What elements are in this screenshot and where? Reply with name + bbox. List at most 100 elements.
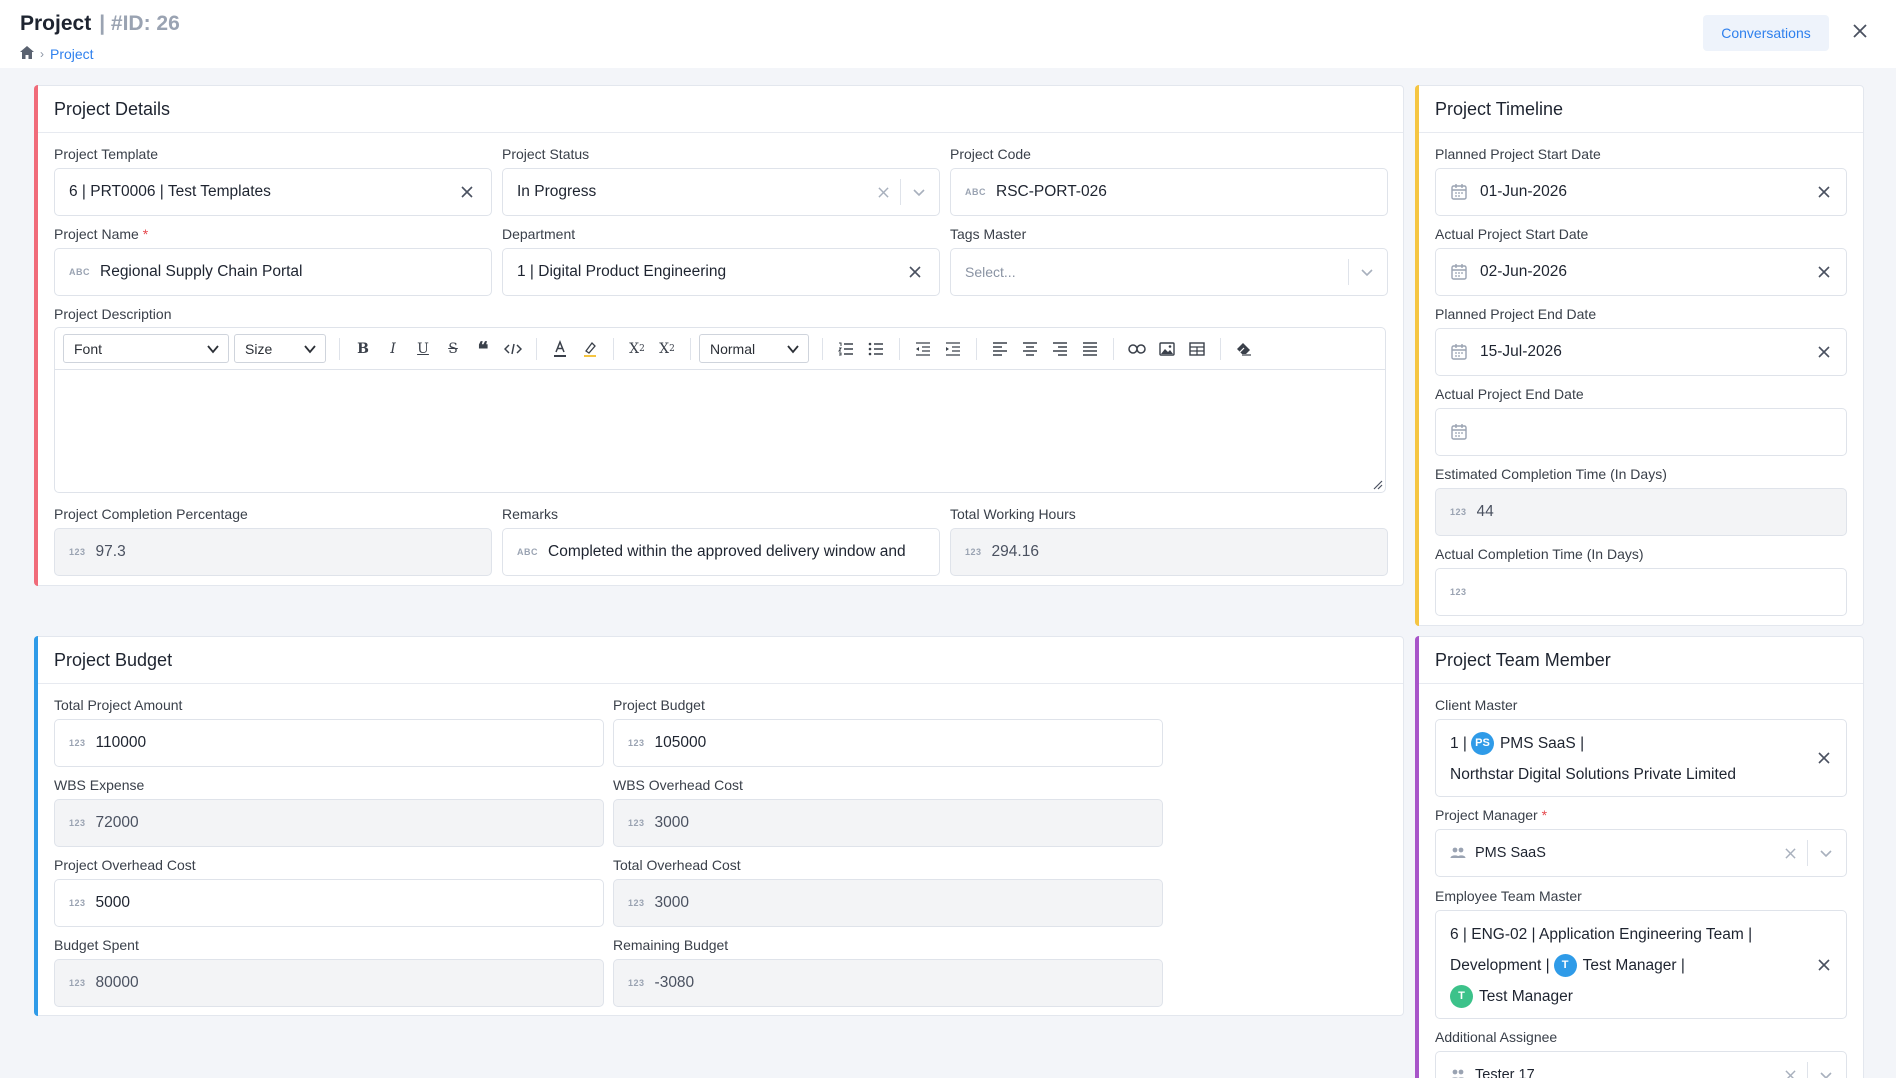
planned-start-datepicker[interactable]: 01-Jun-2026	[1435, 168, 1847, 216]
actual-completion-field: Actual Completion Time (In Days) 123	[1435, 544, 1847, 616]
remarks-input[interactable]: ABC Completed within the approved delive…	[502, 528, 940, 576]
outdent-icon[interactable]	[908, 335, 938, 363]
employee-team-select[interactable]: 6 | ENG-02 | Application Engineering Tea…	[1435, 910, 1847, 1019]
italic-icon[interactable]: I	[378, 335, 408, 363]
field-label: Total Project Amount	[54, 697, 183, 713]
actual-end-datepicker[interactable]	[1435, 408, 1847, 456]
card-title: Project Timeline	[1416, 86, 1863, 133]
field-value: 80000	[95, 974, 139, 991]
chevron-down-icon[interactable]	[1818, 845, 1834, 861]
team-dept: Development |	[1450, 957, 1550, 974]
project-name-input[interactable]: ABC Regional Supply Chain Portal	[54, 248, 492, 296]
team-line-3: T Test Manager	[1450, 981, 1832, 1012]
breadcrumb-project[interactable]: Project	[50, 46, 94, 62]
actual-completion-input[interactable]: 123	[1435, 568, 1847, 616]
field-label: Project Status	[502, 146, 590, 162]
heading-select[interactable]: Normal	[699, 334, 809, 363]
editor-content-area[interactable]	[55, 370, 1385, 492]
text-type-icon: ABC	[965, 187, 986, 197]
field-label: Estimated Completion Time (In Days)	[1435, 466, 1667, 482]
table-icon[interactable]	[1182, 335, 1212, 363]
tags-master-field: Tags Master Select...	[950, 224, 1388, 296]
card-accent-bar	[34, 85, 38, 586]
indent-icon[interactable]	[938, 335, 968, 363]
field-label: Client Master	[1435, 697, 1518, 713]
code-icon[interactable]	[498, 335, 528, 363]
total-project-amount-input[interactable]: 123 110000	[54, 719, 604, 767]
project-code-input[interactable]: ABC RSC-PORT-026	[950, 168, 1388, 216]
text-color-icon[interactable]	[545, 335, 575, 363]
resize-handle-icon[interactable]	[1373, 480, 1383, 490]
size-select-value: Size	[245, 340, 273, 357]
users-icon	[1451, 1069, 1465, 1078]
font-select[interactable]: Font	[63, 334, 229, 363]
toolbar-divider	[822, 337, 823, 360]
project-overhead-input[interactable]: 123 5000	[54, 879, 604, 927]
calendar-icon[interactable]	[1450, 343, 1468, 361]
avatar: PS	[1470, 732, 1494, 756]
underline-icon[interactable]: U	[408, 335, 438, 363]
field-label: Tags Master	[950, 226, 1027, 242]
clear-icon[interactable]	[1816, 957, 1832, 973]
project-status-select[interactable]: In Progress	[502, 168, 940, 216]
field-label: Project Code	[950, 146, 1031, 162]
number-type-icon: 123	[628, 818, 645, 828]
number-type-icon: 123	[965, 547, 982, 557]
link-icon[interactable]	[1122, 335, 1152, 363]
project-template-select[interactable]: 6 | PRT0006 | Test Templates	[54, 168, 492, 216]
chevron-down-icon[interactable]	[1818, 1067, 1834, 1078]
strikethrough-icon[interactable]: S	[438, 335, 468, 363]
chevron-down-icon[interactable]	[911, 184, 927, 200]
chevron-down-icon	[207, 344, 219, 353]
bold-icon[interactable]: B	[348, 335, 378, 363]
bullet-list-icon[interactable]	[861, 335, 891, 363]
additional-assignee-select[interactable]: Tester 17	[1435, 1051, 1847, 1078]
clear-icon[interactable]	[1816, 750, 1832, 766]
align-justify-icon[interactable]	[1075, 335, 1105, 363]
align-center-icon[interactable]	[1015, 335, 1045, 363]
clear-format-icon[interactable]	[1229, 335, 1259, 363]
size-select[interactable]: Size	[234, 334, 326, 363]
chevron-down-icon[interactable]	[1359, 264, 1375, 280]
clear-icon[interactable]	[875, 184, 891, 200]
planned-end-datepicker[interactable]: 15-Jul-2026	[1435, 328, 1847, 376]
align-left-icon[interactable]	[985, 335, 1015, 363]
ordered-list-icon[interactable]	[831, 335, 861, 363]
field-value: 15-Jul-2026	[1480, 343, 1562, 360]
home-icon[interactable]	[20, 46, 34, 62]
text-type-icon: ABC	[69, 267, 90, 277]
field-value: 97.3	[95, 543, 126, 560]
client-master-select[interactable]: 1 | PS PMS SaaS | Northstar Digital Soluti…	[1435, 719, 1847, 797]
subscript-icon[interactable]: X2	[622, 335, 652, 363]
remaining-budget-input: 123 -3080	[613, 959, 1163, 1007]
project-budget-input[interactable]: 123 105000	[613, 719, 1163, 767]
superscript-icon[interactable]: X2	[652, 335, 682, 363]
field-label-text: Project Name	[54, 226, 139, 242]
calendar-icon[interactable]	[1450, 183, 1468, 201]
calendar-icon[interactable]	[1450, 263, 1468, 281]
field-label: WBS Overhead Cost	[613, 777, 743, 793]
tags-master-select[interactable]: Select...	[950, 248, 1388, 296]
clear-icon[interactable]	[459, 184, 475, 200]
conversations-button[interactable]: Conversations	[1703, 15, 1829, 51]
clear-icon[interactable]	[907, 264, 923, 280]
blockquote-icon[interactable]: ❝	[468, 335, 498, 363]
image-icon[interactable]	[1152, 335, 1182, 363]
actual-start-datepicker[interactable]: 02-Jun-2026	[1435, 248, 1847, 296]
department-select[interactable]: 1 | Digital Product Engineering	[502, 248, 940, 296]
align-right-icon[interactable]	[1045, 335, 1075, 363]
clear-icon[interactable]	[1816, 264, 1832, 280]
toolbar-divider	[1113, 337, 1114, 360]
clear-icon[interactable]	[1782, 845, 1798, 861]
field-label: Actual Project End Date	[1435, 386, 1584, 402]
avatar: T	[1553, 954, 1577, 978]
field-value: PMS SaaS	[1475, 845, 1546, 861]
divider	[1807, 1062, 1808, 1078]
clear-icon[interactable]	[1816, 184, 1832, 200]
clear-icon[interactable]	[1816, 344, 1832, 360]
project-manager-select[interactable]: PMS SaaS	[1435, 829, 1847, 877]
close-icon[interactable]	[1847, 18, 1873, 44]
clear-icon[interactable]	[1782, 1067, 1798, 1078]
highlight-icon[interactable]	[575, 335, 605, 363]
calendar-icon[interactable]	[1450, 423, 1468, 441]
